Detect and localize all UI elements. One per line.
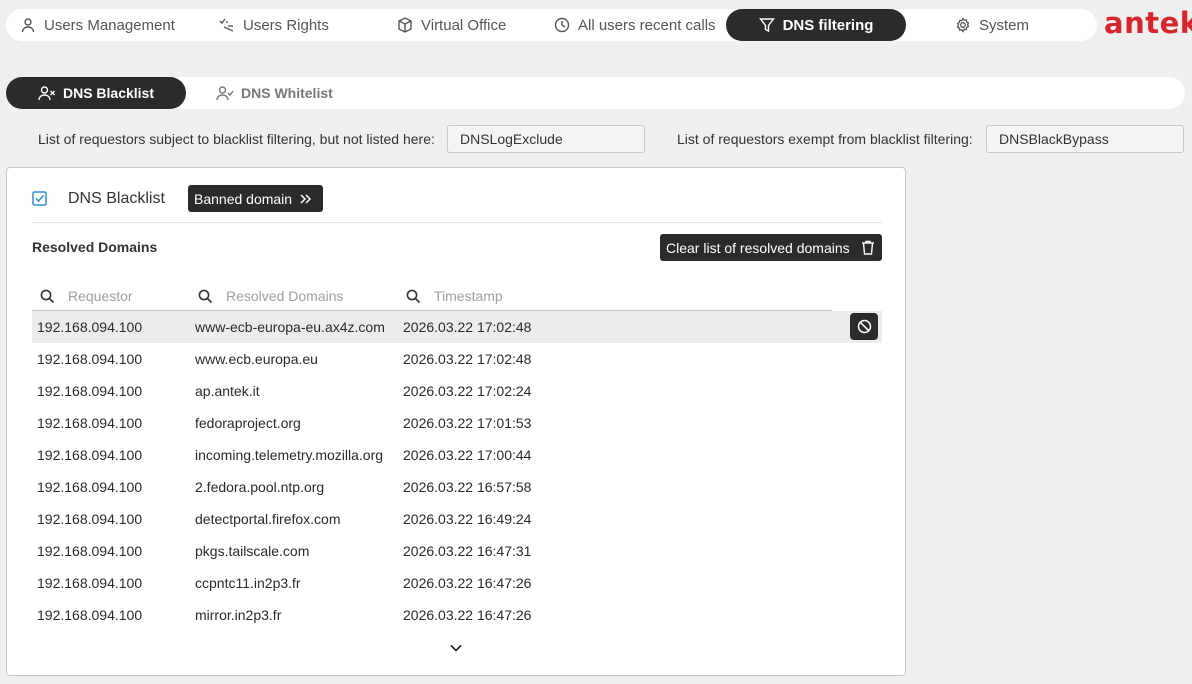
tab-users-rights[interactable]: Users Rights: [219, 9, 329, 41]
clear-resolved-domains-button[interactable]: Clear list of resolved domains: [660, 234, 882, 261]
double-chevron-right-icon: [300, 193, 312, 204]
requestor-cell: 192.168.094.100: [37, 383, 143, 399]
checkbox-checked-icon[interactable]: [32, 191, 47, 206]
domain-cell: fedoraproject.org: [195, 415, 301, 431]
timestamp-cell: 2026.03.22 16:47:26: [403, 575, 532, 591]
search-icon: [406, 289, 421, 303]
tab-dns-filtering[interactable]: DNS filtering: [726, 9, 906, 41]
divider: [32, 222, 882, 223]
requestor-cell: 192.168.094.100: [37, 351, 143, 367]
resolved-domains-table: 192.168.094.100 www-ecb-europa-eu.ax4z.c…: [32, 311, 882, 631]
domain-cell: ap.antek.it: [195, 383, 260, 399]
sub-nav: DNS Blacklist DNS Whitelist: [6, 77, 1185, 109]
tab-label: Users Management: [44, 16, 175, 34]
bypass-requestors-input[interactable]: [986, 125, 1184, 153]
table-row[interactable]: 192.168.094.100 fedoraproject.org 2026.0…: [32, 407, 882, 439]
tab-dns-whitelist[interactable]: DNS Whitelist: [216, 77, 333, 109]
banned-domain-label: Banned domain: [194, 190, 293, 207]
requestor-cell: 192.168.094.100: [37, 447, 143, 463]
timestamp-cell: 2026.03.22 17:02:48: [403, 319, 532, 335]
table-row[interactable]: 192.168.094.100 detectportal.firefox.com…: [32, 503, 882, 535]
requestor-cell: 192.168.094.100: [37, 319, 143, 335]
domain-cell: 2.fedora.pool.ntp.org: [195, 479, 325, 495]
table-row[interactable]: 192.168.094.100 incoming.telemetry.mozil…: [32, 439, 882, 471]
tab-virtual-office[interactable]: Virtual Office: [397, 9, 506, 41]
blacklist-requestors-input[interactable]: [447, 125, 645, 153]
filter-icon: [758, 18, 775, 33]
requestor-search-input[interactable]: [68, 288, 218, 304]
timestamp-search-input[interactable]: [434, 288, 584, 304]
check-list-icon: [219, 18, 234, 32]
requestor-cell: 192.168.094.100: [37, 543, 143, 559]
user-x-icon: [38, 86, 55, 101]
timestamp-filter: [406, 286, 584, 306]
tab-users-management[interactable]: Users Management: [20, 9, 175, 41]
search-icon: [40, 289, 55, 303]
domain-cell: pkgs.tailscale.com: [195, 543, 310, 559]
chevron-down-icon[interactable]: [449, 643, 463, 653]
clock-icon: [554, 17, 570, 33]
trash-icon: [861, 240, 874, 255]
ban-domain-button[interactable]: [850, 313, 878, 340]
tab-label: DNS filtering: [782, 16, 874, 34]
domain-cell: detectportal.firefox.com: [195, 511, 341, 527]
requestor-cell: 192.168.094.100: [37, 479, 143, 495]
domain-cell: www.ecb.europa.eu: [195, 351, 318, 367]
tab-system[interactable]: System: [955, 9, 1029, 41]
tab-label: Virtual Office: [421, 16, 507, 34]
tab-label: System: [979, 16, 1030, 34]
bypass-requestors-label: List of requestors exempt from blacklist…: [677, 131, 973, 147]
gear-icon: [956, 17, 970, 33]
main-nav: Users Management Users Rights Virtual Of…: [6, 9, 1097, 41]
tab-all-users-recent-calls[interactable]: All users recent calls: [554, 9, 716, 41]
cube-icon: [398, 17, 412, 33]
timestamp-cell: 2026.03.22 17:02:48: [403, 351, 532, 367]
timestamp-cell: 2026.03.22 16:49:24: [403, 511, 532, 527]
domain-cell: incoming.telemetry.mozilla.org: [195, 447, 384, 463]
timestamp-cell: 2026.03.22 16:57:58: [403, 479, 532, 495]
dns-blacklist-panel: DNS Blacklist Banned domain Resolved Dom…: [6, 167, 906, 676]
tab-label: DNS Whitelist: [241, 85, 333, 101]
domain-cell: www-ecb-europa-eu.ax4z.com: [195, 319, 385, 335]
search-icon: [198, 289, 213, 303]
resolved-domains-filter: [198, 286, 376, 306]
banned-domain-button[interactable]: Banned domain: [188, 185, 323, 212]
tab-label: DNS Blacklist: [62, 85, 155, 101]
requestor-cell: 192.168.094.100: [37, 575, 143, 591]
requestor-cell: 192.168.094.100: [37, 415, 143, 431]
clear-button-label: Clear list of resolved domains: [666, 239, 850, 256]
domain-cell: ccpntc11.in2p3.fr: [195, 575, 301, 591]
tab-label: All users recent calls: [578, 16, 716, 34]
ban-icon: [857, 319, 871, 334]
timestamp-cell: 2026.03.22 17:02:24: [403, 383, 532, 399]
panel-title: DNS Blacklist: [68, 190, 165, 207]
user-check-icon: [216, 86, 234, 101]
requestor-cell: 192.168.094.100: [37, 607, 143, 623]
table-row[interactable]: 192.168.094.100 mirror.in2p3.fr 2026.03.…: [32, 599, 882, 631]
domain-cell: mirror.in2p3.fr: [195, 607, 282, 623]
timestamp-cell: 2026.03.22 16:47:26: [403, 607, 532, 623]
table-row[interactable]: 192.168.094.100 2.fedora.pool.ntp.org 20…: [32, 471, 882, 503]
timestamp-cell: 2026.03.22 17:01:53: [403, 415, 532, 431]
table-row[interactable]: 192.168.094.100 ccpntc11.in2p3.fr 2026.0…: [32, 567, 882, 599]
tab-dns-blacklist[interactable]: DNS Blacklist: [6, 77, 186, 109]
antek-logo[interactable]: antek: [1104, 6, 1192, 40]
table-row[interactable]: 192.168.094.100 ap.antek.it 2026.03.22 1…: [32, 375, 882, 407]
timestamp-cell: 2026.03.22 17:00:44: [403, 447, 532, 463]
timestamp-cell: 2026.03.22 16:47:31: [403, 543, 532, 559]
table-row[interactable]: 192.168.094.100 pkgs.tailscale.com 2026.…: [32, 535, 882, 567]
requestor-cell: 192.168.094.100: [37, 511, 143, 527]
table-row[interactable]: 192.168.094.100 www-ecb-europa-eu.ax4z.c…: [32, 311, 882, 343]
resolved-domains-search-input[interactable]: [226, 288, 376, 304]
requestor-filter: [40, 286, 218, 306]
tab-label: Users Rights: [243, 16, 329, 34]
section-title: Resolved Domains: [32, 239, 158, 255]
table-row[interactable]: 192.168.094.100 www.ecb.europa.eu 2026.0…: [32, 343, 882, 375]
blacklist-requestors-label: List of requestors subject to blacklist …: [38, 131, 435, 147]
user-icon: [21, 18, 35, 33]
